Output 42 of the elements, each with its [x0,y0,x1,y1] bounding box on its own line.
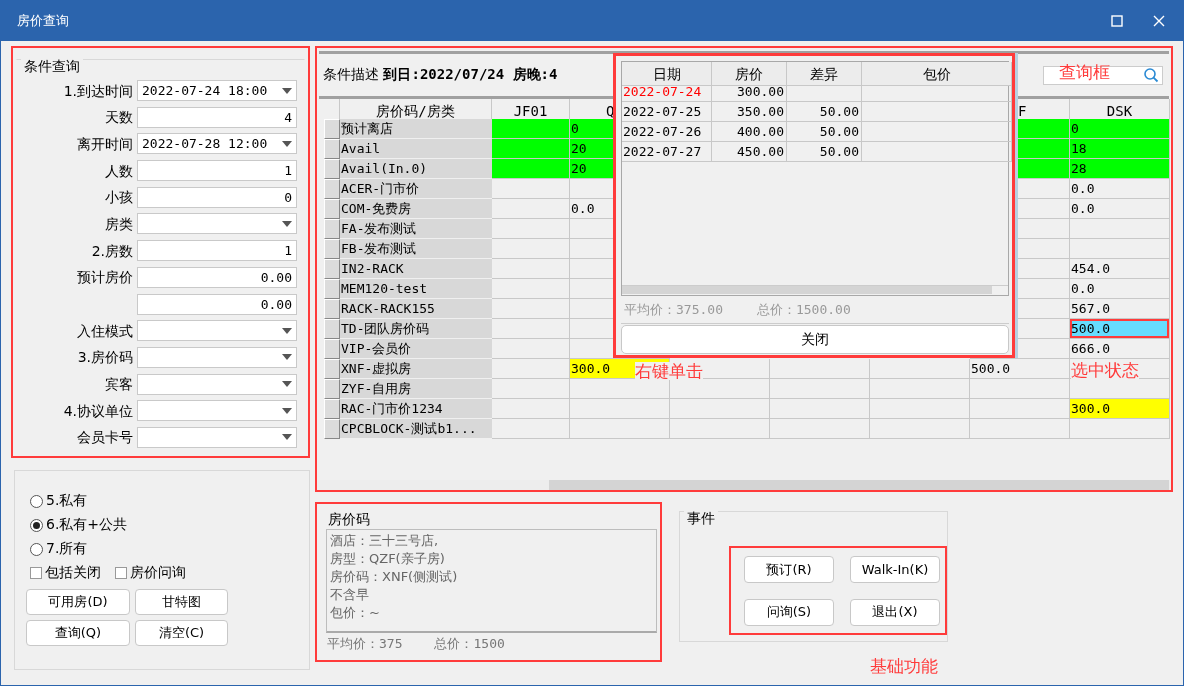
column-header: 包价 [862,62,1012,86]
table-cell: 300.00 [712,82,787,102]
group-title: 条件查询 [21,58,83,76]
table-cell: 2022-07-24 [622,82,712,102]
annotation-label: 查询框 [1059,61,1110,84]
field-label: 4.协议单位 [62,401,133,421]
field-label: 天数 [104,108,133,128]
field-label: 房类 [104,214,133,234]
field-label: 人数 [104,161,133,181]
field-label: 小孩 [104,188,133,208]
field-label: 3.房价码 [76,348,133,368]
table-cell: 50.00 [787,102,862,122]
table-cell: 2022-07-26 [622,122,712,142]
group-title: 房价码 [326,511,372,529]
table-cell: 50.00 [787,142,862,162]
window-title: 房价查询 [17,12,69,30]
table-cell: 450.00 [712,142,787,162]
column-header: 日期 [622,62,712,86]
field-label: 宾客 [104,375,133,395]
field-label: 会员卡号 [76,428,133,448]
column-header: 差异 [787,62,862,86]
table-cell: 50.00 [787,122,862,142]
average-price: 平均价：375 [327,635,403,653]
table-cell: 2022-07-27 [622,142,712,162]
table-cell: 350.00 [712,102,787,122]
rate-code-details: 酒店：三十三号店, 房型：QZF(亲子房) 房价码：XNF(侧测试) 不含早 包价：~ [326,529,657,633]
total-price: 总价：1500 [434,635,505,653]
condition-text: 条件描述 到日:2022/07/24 房晚:4 [323,66,558,84]
average-price: 平均价：375.00 [624,300,723,319]
field-label: 预计房价 [76,268,133,288]
table-cell: 400.00 [712,122,787,142]
field-label: 1.到达时间 [62,81,133,101]
group-title: 事件 [684,510,718,528]
column-header: 房价 [712,62,787,86]
total-price: 总价：1500.00 [756,300,851,319]
field-label: 入住模式 [76,321,133,341]
field-label: 2.房数 [90,241,133,261]
field-label: 离开时间 [76,134,133,154]
annotation-tooltip: 右键单击 [635,362,703,380]
annotation-label: 基础功能 [870,655,938,678]
annotation-tooltip: 选中状态 [1071,361,1139,379]
table-cell: 2022-07-25 [622,102,712,122]
